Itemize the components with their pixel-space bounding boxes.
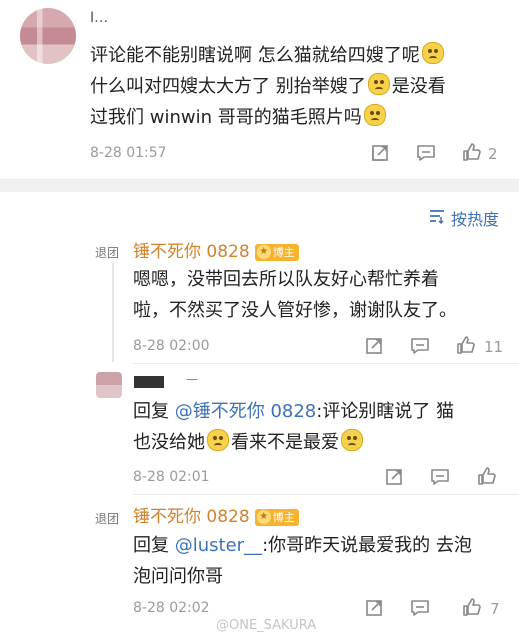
commenter-avatar[interactable]	[20, 8, 76, 64]
author-badge: ★ 博主	[254, 509, 299, 526]
reply-username[interactable]: 锤不死你 0828	[133, 507, 250, 527]
comment-icon[interactable]	[410, 336, 430, 356]
reply-header: 锤不死你 0828 ★ 博主	[133, 502, 299, 527]
comment-text-line: 是没看	[391, 76, 446, 97]
commenter-username[interactable]: I…	[90, 10, 108, 26]
author-badge: ★ 博主	[254, 244, 299, 261]
replier-avatar[interactable]	[96, 372, 122, 398]
like-icon[interactable]	[477, 466, 497, 486]
sad-emoji-icon	[367, 73, 390, 95]
share-icon[interactable]	[364, 336, 384, 356]
crown-icon: ★	[256, 510, 271, 524]
sort-by-hot-button[interactable]: 按热度	[451, 206, 499, 230]
comment-text-line: 什么叫对四嫂太大方了 别抬举嫂了	[90, 76, 366, 97]
mention-link[interactable]: @锤不死你 0828	[175, 401, 317, 422]
like-icon[interactable]	[462, 597, 482, 617]
comment-text-line: 过我们 winwin 哥哥的猫毛照片吗	[90, 107, 362, 128]
like-icon[interactable]	[456, 335, 476, 355]
comment-icon[interactable]	[416, 143, 436, 163]
like-count: 11	[484, 338, 504, 356]
sad-emoji-icon	[341, 429, 363, 451]
thread-line	[112, 262, 114, 362]
comment-text-line: 评论能不能别瞎说啊 怎么猫就给四嫂了呢	[90, 45, 420, 66]
user-tag: 退团	[95, 246, 120, 260]
reply-text: 回复 @锤不死你 0828:评论别瞎说了 猫 也没给她 看来不是最爱	[133, 401, 455, 453]
share-icon[interactable]	[364, 598, 384, 618]
comment-text: 评论能不能别瞎说啊 怎么猫就给四嫂了呢 什么叫对四嫂太大方了 别抬举嫂了 是没看 …	[90, 40, 510, 133]
share-icon[interactable]	[370, 143, 390, 163]
sort-icon[interactable]	[428, 207, 446, 225]
reply-text: 嗯嗯，没带回去所以队友好心帮忙养着 啦，不然买了没人管好惨，谢谢队友了。	[133, 269, 457, 321]
replier-username-blurred[interactable]	[134, 376, 164, 388]
sad-emoji-icon	[363, 104, 386, 126]
sad-emoji-icon	[207, 429, 229, 451]
reply-username[interactable]: 锤不死你 0828	[133, 242, 250, 262]
replier-username[interactable]: —	[186, 372, 198, 386]
like-count: 2	[488, 145, 498, 163]
like-count: 7	[490, 600, 500, 618]
watermark: @ONE_SAKURA	[216, 618, 317, 633]
sad-emoji-icon	[421, 42, 444, 64]
reply-header: 锤不死你 0828 ★ 博主	[133, 237, 299, 262]
crown-icon: ★	[256, 245, 271, 259]
user-tag: 退团	[95, 512, 120, 526]
reply-time: 8-28 02:00	[133, 338, 210, 354]
reply-text: 回复 @luster__:你哥昨天说最爱我的 去泡 泡问问你哥	[133, 535, 472, 587]
comment-time: 8-28 01:57	[90, 145, 167, 161]
share-icon[interactable]	[384, 467, 404, 487]
comment-icon[interactable]	[410, 598, 430, 618]
section-gap	[0, 180, 519, 192]
reply-time: 8-28 02:02	[133, 600, 210, 616]
comment-icon[interactable]	[430, 467, 450, 487]
like-icon[interactable]	[462, 142, 482, 162]
reply-time: 8-28 02:01	[133, 469, 210, 485]
mention-link[interactable]: @luster__	[175, 535, 262, 556]
